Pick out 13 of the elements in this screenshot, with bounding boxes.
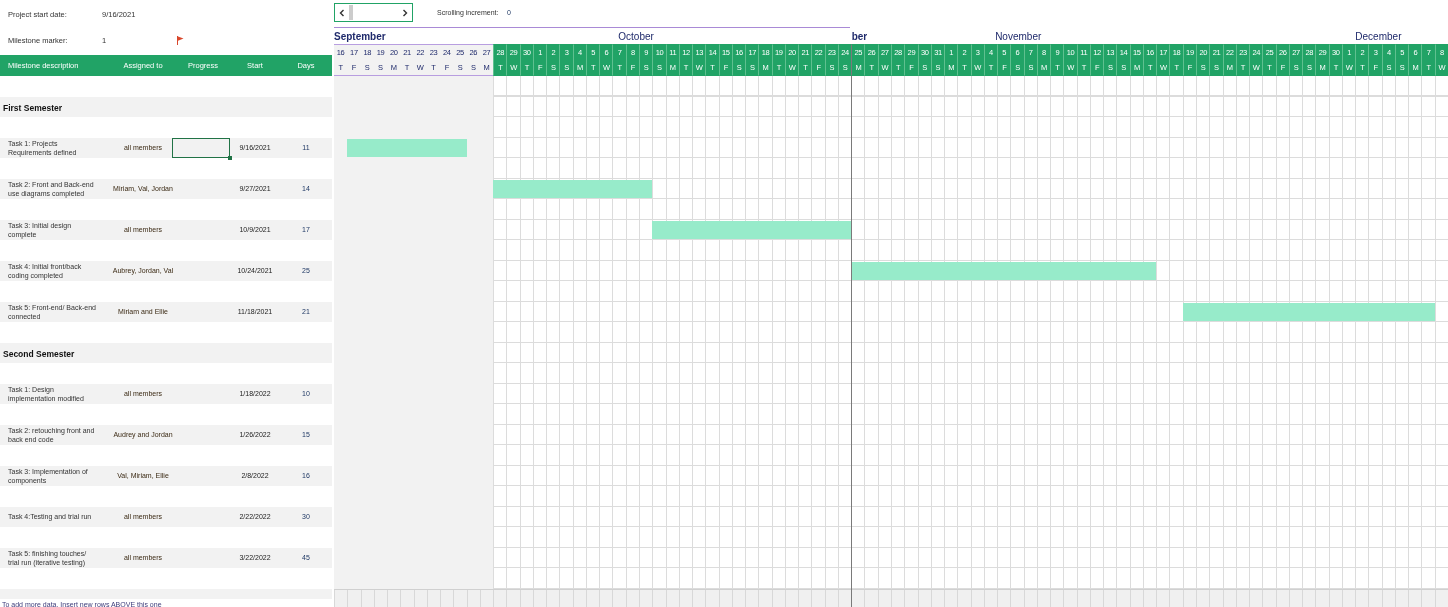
scroll-bar[interactable] bbox=[334, 3, 413, 22]
chevron-left-icon[interactable] bbox=[339, 8, 345, 17]
month-label: ber bbox=[851, 30, 868, 44]
month-label: October bbox=[618, 30, 654, 44]
flag-icon bbox=[176, 35, 184, 45]
section-title: First Semester bbox=[2, 102, 63, 113]
chevron-right-icon[interactable] bbox=[402, 8, 408, 17]
section-title: Second Semester bbox=[2, 348, 75, 359]
month-label: September bbox=[334, 30, 386, 44]
month-label: November bbox=[995, 30, 1042, 44]
month-label: December bbox=[1355, 30, 1402, 44]
scroll-thumb[interactable] bbox=[349, 5, 353, 20]
selected-cell[interactable] bbox=[172, 137, 230, 158]
